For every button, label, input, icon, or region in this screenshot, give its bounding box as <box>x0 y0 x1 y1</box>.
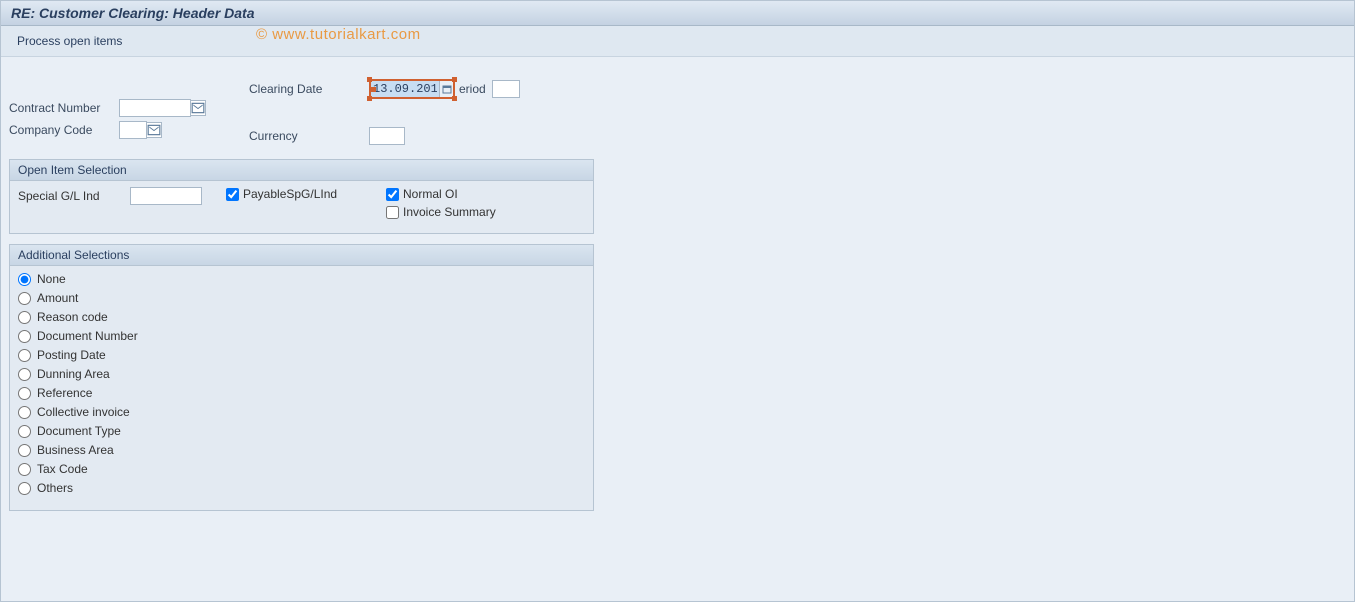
radio-dunning-area[interactable] <box>18 368 31 381</box>
clearing-date-label: Clearing Date <box>249 82 369 96</box>
radio-reason-code[interactable] <box>18 311 31 324</box>
contract-number-label: Contract Number <box>9 101 119 115</box>
additional-selections-title: Additional Selections <box>10 245 593 266</box>
toolbar: Process open items © www.tutorialkart.co… <box>1 26 1354 57</box>
radio-none[interactable] <box>18 273 31 286</box>
radio-document-type-label: Document Type <box>37 424 121 438</box>
radio-amount-label: Amount <box>37 291 78 305</box>
currency-input[interactable] <box>369 127 405 145</box>
radio-reason-code-label: Reason code <box>37 310 108 324</box>
radio-collective-invoice[interactable] <box>18 406 31 419</box>
open-item-selection-title: Open Item Selection <box>10 160 593 181</box>
header-section: Contract Number Company Code Clearing <box>9 67 1346 159</box>
additional-selections-body: None Amount Reason code Document Number … <box>10 266 593 510</box>
radio-none-label: None <box>37 272 66 286</box>
radio-tax-code-label: Tax Code <box>37 462 88 476</box>
title-bar: RE: Customer Clearing: Header Data <box>1 1 1354 26</box>
normal-oi-label: Normal OI <box>403 187 458 201</box>
radio-collective-invoice-label: Collective invoice <box>37 405 130 419</box>
additional-selections-group: Additional Selections None Amount Reason… <box>9 244 594 511</box>
radio-business-area[interactable] <box>18 444 31 457</box>
invoice-summary-label: Invoice Summary <box>403 205 496 219</box>
contract-number-input[interactable] <box>119 99 191 117</box>
contract-number-lookup-icon[interactable] <box>190 100 206 116</box>
clearing-date-field <box>369 79 455 99</box>
period-input[interactable] <box>492 80 520 98</box>
payable-spg-lind-label: PayableSpG/LInd <box>243 187 337 201</box>
company-code-lookup-icon[interactable] <box>146 122 162 138</box>
invoice-summary-checkbox[interactable] <box>386 206 399 219</box>
main-area: Contract Number Company Code Clearing <box>1 57 1354 601</box>
company-code-input[interactable] <box>119 121 147 139</box>
period-label: eriod <box>459 82 486 96</box>
radio-tax-code[interactable] <box>18 463 31 476</box>
open-item-selection-group: Open Item Selection Special G/L Ind Paya… <box>9 159 594 234</box>
process-open-items-button[interactable]: Process open items <box>11 32 128 50</box>
radio-reference[interactable] <box>18 387 31 400</box>
currency-label: Currency <box>249 129 369 143</box>
radio-others[interactable] <box>18 482 31 495</box>
payable-spg-lind-checkbox[interactable] <box>226 188 239 201</box>
watermark: © www.tutorialkart.com <box>256 26 421 43</box>
radio-reference-label: Reference <box>37 386 92 400</box>
company-code-label: Company Code <box>9 123 119 137</box>
special-gl-ind-input[interactable] <box>130 187 202 205</box>
clearing-date-input[interactable] <box>371 81 439 97</box>
special-gl-ind-label: Special G/L Ind <box>18 189 130 203</box>
page-title: RE: Customer Clearing: Header Data <box>11 5 255 21</box>
radio-posting-date-label: Posting Date <box>37 348 106 362</box>
radio-document-type[interactable] <box>18 425 31 438</box>
radio-others-label: Others <box>37 481 73 495</box>
radio-business-area-label: Business Area <box>37 443 114 457</box>
window: RE: Customer Clearing: Header Data Proce… <box>0 0 1355 602</box>
radio-amount[interactable] <box>18 292 31 305</box>
radio-document-number[interactable] <box>18 330 31 343</box>
radio-document-number-label: Document Number <box>37 329 138 343</box>
radio-dunning-area-label: Dunning Area <box>37 367 110 381</box>
radio-posting-date[interactable] <box>18 349 31 362</box>
normal-oi-checkbox[interactable] <box>386 188 399 201</box>
date-picker-icon[interactable] <box>439 81 453 97</box>
